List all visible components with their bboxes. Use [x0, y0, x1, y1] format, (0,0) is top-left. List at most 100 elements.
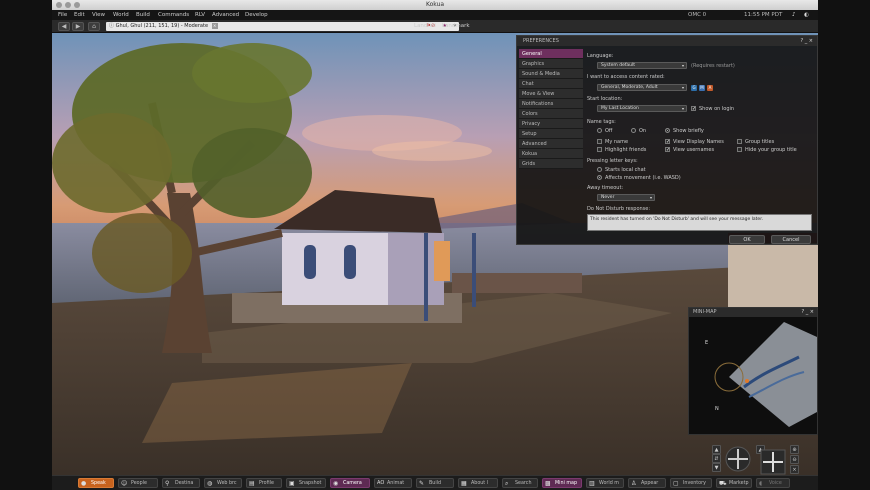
title-bar: Kokua: [52, 0, 818, 10]
info-icon[interactable]: ⓘ: [109, 23, 116, 29]
ok-button[interactable]: OK: [729, 235, 765, 244]
build-button[interactable]: ✎ Build: [416, 478, 454, 488]
menu-develop[interactable]: Develop: [245, 10, 268, 20]
tab-move-view[interactable]: Move & View: [519, 89, 583, 99]
menu-commands[interactable]: Commands: [158, 10, 189, 20]
minimap-north-label: N: [715, 406, 719, 412]
tab-chat[interactable]: Chat: [519, 79, 583, 89]
profile-button[interactable]: ▤ Profile: [246, 478, 282, 488]
favorite-landmark[interactable]: Landmark: [442, 20, 470, 33]
web-browser-button[interactable]: ◍ Web brc: [204, 478, 242, 488]
my-name-checkbox[interactable]: [597, 139, 602, 144]
animation-overrider-button[interactable]: AO Animat: [374, 478, 412, 488]
content-rating-dropdown[interactable]: General, Moderate, Adult ▾: [597, 84, 687, 91]
location-input[interactable]: ⓘ Ghul, Ghul (211, 151, 19) - Moderate ×…: [106, 22, 459, 31]
tab-advanced[interactable]: Advanced: [519, 139, 583, 149]
balance[interactable]: OMC 0: [688, 10, 706, 20]
minimap-map[interactable]: [689, 317, 817, 434]
back-button[interactable]: ◀: [58, 22, 70, 31]
mute-icon[interactable]: ♪: [792, 10, 796, 20]
preferences-window-controls[interactable]: ? _ ×: [800, 36, 813, 46]
tab-colors[interactable]: Colors: [519, 109, 583, 119]
affects-movement-radio[interactable]: [597, 175, 602, 180]
voice-button[interactable]: ◖ Voice: [756, 478, 790, 488]
menu-rlv[interactable]: RLV: [195, 10, 205, 20]
zoom-out-button[interactable]: ⊖: [790, 455, 799, 464]
search-label: Search: [515, 481, 532, 486]
menu-world[interactable]: World: [113, 10, 129, 20]
zoom-in-button[interactable]: ⊕: [790, 445, 799, 454]
show-on-login-checkbox[interactable]: ✓: [691, 106, 696, 112]
highlight-friends-checkbox[interactable]: [597, 147, 602, 152]
snapshot-button[interactable]: ▣ Snapshot: [286, 478, 326, 488]
marketplace-label: Marketp: [729, 481, 749, 486]
nametag-show-briefly-radio[interactable]: [665, 128, 670, 133]
minimap-header[interactable]: MINI-MAP ? _ ×: [689, 308, 817, 317]
menu-advanced[interactable]: Advanced: [212, 10, 239, 20]
tab-sound-media[interactable]: Sound & Media: [519, 69, 583, 79]
hide-group-title-checkbox[interactable]: [737, 147, 742, 152]
zoom-window-button[interactable]: [74, 2, 80, 8]
menu-file[interactable]: File: [58, 10, 67, 20]
dnd-response-label: Do Not Disturb response:: [587, 206, 651, 212]
view-display-names-checkbox[interactable]: ✓: [665, 139, 670, 145]
menu-build[interactable]: Build: [136, 10, 150, 20]
chevron-down-icon: ▾: [649, 195, 652, 200]
cancel-button[interactable]: Cancel: [771, 235, 811, 244]
away-timeout-value: Never: [601, 195, 615, 200]
destinations-button[interactable]: ⚲ Destina: [162, 478, 200, 488]
close-window-button[interactable]: [56, 2, 62, 8]
start-location-dropdown[interactable]: My Last Location ▾: [597, 105, 687, 112]
jump-icon[interactable]: ⇵: [712, 454, 721, 463]
rating-general-icon: G: [691, 85, 697, 91]
nametag-off-label: Off: [605, 128, 613, 134]
appearance-button[interactable]: ♙ Appear: [628, 478, 666, 488]
forward-button[interactable]: ▶: [72, 22, 84, 31]
about-land-button[interactable]: ▦ About l: [458, 478, 498, 488]
group-titles-checkbox[interactable]: [737, 139, 742, 144]
home-button[interactable]: ⌂: [88, 22, 100, 31]
highlight-friends-label: Highlight friends: [605, 147, 647, 153]
fly-down-button[interactable]: ▼: [712, 463, 721, 472]
camera-button[interactable]: ◉ Camera: [330, 478, 370, 488]
away-timeout-dropdown[interactable]: Never ▾: [597, 194, 655, 201]
speak-button[interactable]: ● Speak: [78, 478, 114, 488]
world-map-button[interactable]: ▥ World m: [586, 478, 624, 488]
minimap-title: MINI-MAP: [693, 309, 717, 315]
tab-setup[interactable]: Setup: [519, 129, 583, 139]
camera-orbit-icon[interactable]: [724, 445, 752, 473]
inventory-button[interactable]: ▢ Inventory: [670, 478, 712, 488]
minimap-button[interactable]: ▩ Mini map: [542, 478, 582, 488]
fly-up-button[interactable]: ▲: [712, 445, 721, 454]
tab-graphics[interactable]: Graphics: [519, 59, 583, 69]
minimap-window-controls[interactable]: ? _ ×: [801, 308, 814, 317]
nametag-off-radio[interactable]: [597, 128, 602, 133]
tab-grids[interactable]: Grids: [519, 159, 583, 169]
marketplace-button[interactable]: ⛟ Marketp: [716, 478, 752, 488]
voice-icon[interactable]: ◐: [804, 10, 809, 20]
preferences-header[interactable]: PREFERENCES ? _ ×: [517, 36, 817, 46]
view-usernames-checkbox[interactable]: ✓: [665, 147, 670, 153]
hide-group-title-label: Hide your group title: [745, 147, 797, 153]
nametag-on-radio[interactable]: [631, 128, 636, 133]
menu-view[interactable]: View: [92, 10, 105, 20]
tab-privacy[interactable]: Privacy: [519, 119, 583, 129]
minimize-window-button[interactable]: [65, 2, 71, 8]
tab-kokua[interactable]: Kokua: [519, 149, 583, 159]
build-icon: ✎: [419, 480, 425, 487]
tab-notifications[interactable]: Notifications: [519, 99, 583, 109]
close-controls-button[interactable]: ×: [790, 465, 799, 474]
search-button[interactable]: ⌕ Search: [502, 478, 538, 488]
camera-pan-icon[interactable]: [760, 449, 786, 475]
clear-icon[interactable]: ×: [211, 23, 218, 29]
people-button[interactable]: ☺ People: [118, 478, 158, 488]
language-dropdown[interactable]: System default ▾: [597, 62, 687, 69]
starts-local-chat-radio[interactable]: [597, 167, 602, 172]
tab-general[interactable]: General: [519, 49, 583, 59]
favorite-landfall[interactable]: Landfall: [414, 20, 436, 33]
chevron-down-icon: ▾: [681, 63, 684, 68]
dnd-response-textarea[interactable]: This resident has turned on 'Do Not Dist…: [587, 214, 812, 231]
ao-icon: AO: [377, 480, 385, 486]
menu-edit[interactable]: Edit: [74, 10, 85, 20]
chevron-down-icon: ▾: [681, 85, 684, 90]
